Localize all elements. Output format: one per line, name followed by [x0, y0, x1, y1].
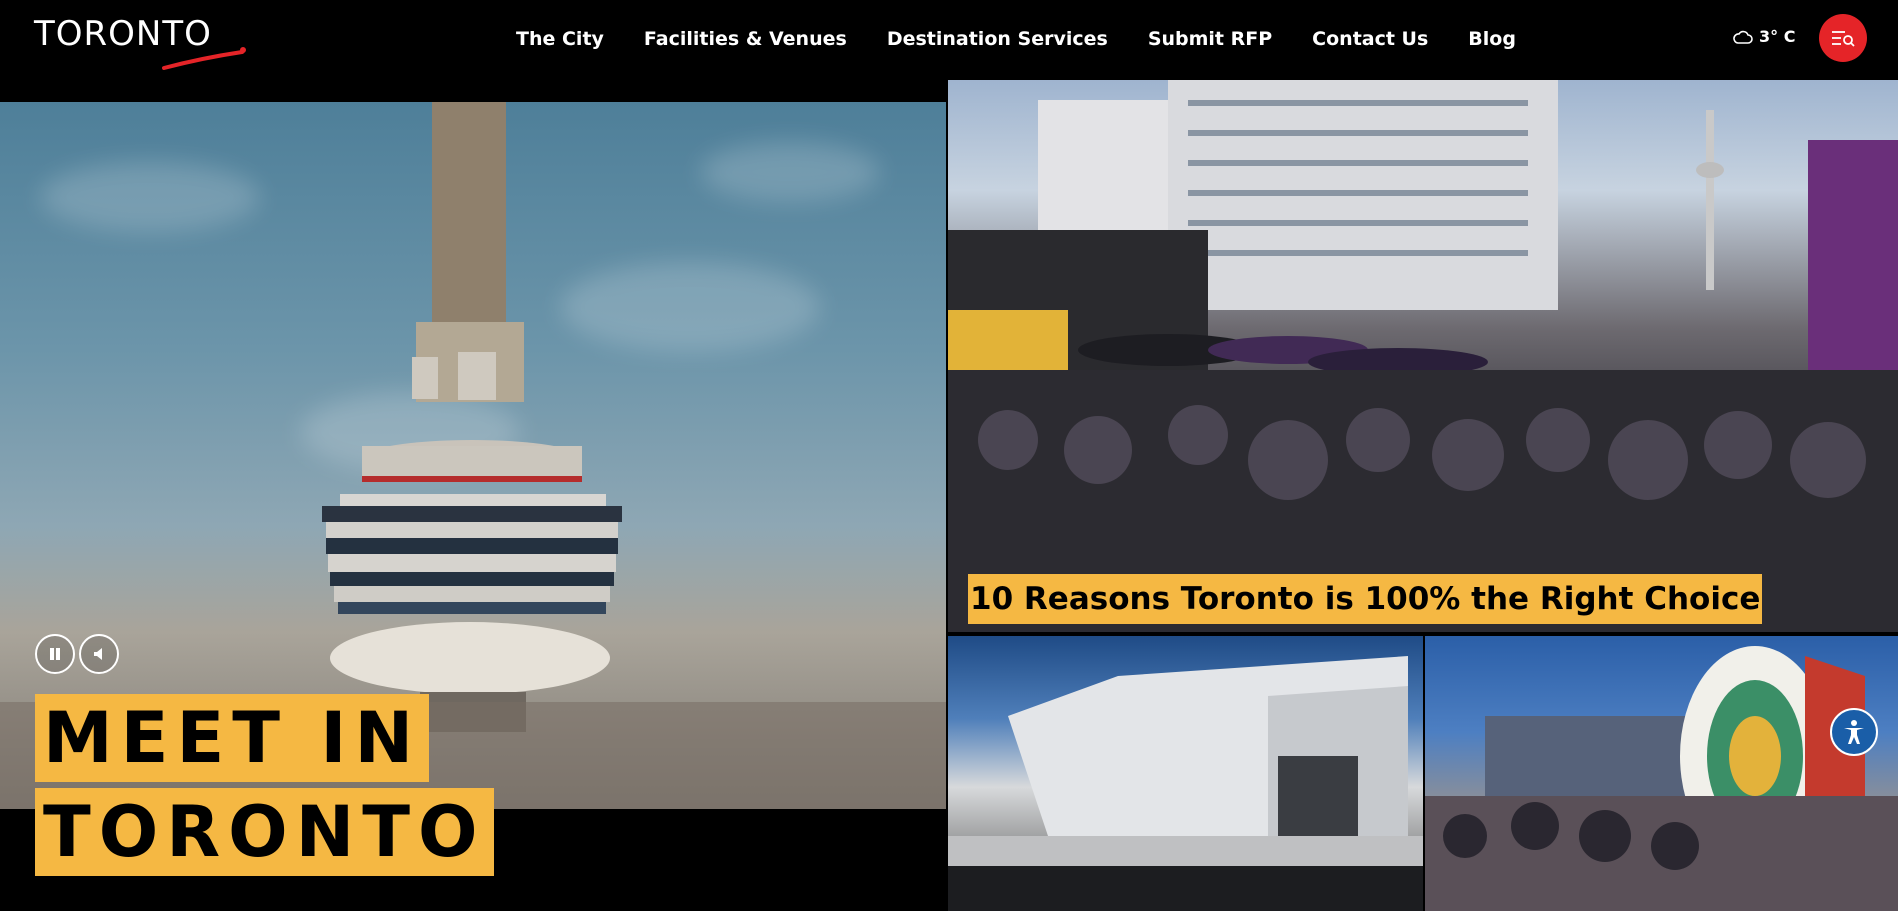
- logo-swoosh-icon: [162, 47, 246, 70]
- accessibility-icon: [1844, 720, 1864, 744]
- nav-submit-rfp[interactable]: Submit RFP: [1148, 24, 1272, 54]
- mute-button[interactable]: [79, 634, 119, 674]
- hero-title-line1: MEET IN: [35, 694, 430, 782]
- nav-facilities-venues[interactable]: Facilities & Venues: [644, 24, 847, 54]
- featured-article-title[interactable]: 10 Reasons Toronto is 100% the Right Cho…: [968, 574, 1763, 624]
- accessibility-button[interactable]: [1830, 708, 1878, 756]
- nav-blog[interactable]: Blog: [1468, 24, 1516, 54]
- festival-art-image[interactable]: [1425, 636, 1898, 911]
- menu-search-button[interactable]: [1819, 14, 1867, 62]
- festival-photo: [1425, 646, 1898, 911]
- featured-event-image[interactable]: [948, 80, 1898, 632]
- nav-destination-services[interactable]: Destination Services: [887, 24, 1108, 54]
- pause-icon: [50, 648, 60, 660]
- site-header: TORONTO The City Facilities & Venues Des…: [0, 0, 1898, 80]
- weather-widget: 3° C: [1733, 27, 1795, 46]
- cloud-icon: [1733, 30, 1753, 44]
- nav-the-city[interactable]: The City: [516, 24, 604, 54]
- weather-temperature: 3° C: [1759, 27, 1796, 46]
- crowd-photo: [948, 80, 1898, 632]
- main-nav: The City Facilities & Venues Destination…: [516, 24, 1556, 54]
- speaker-icon: [94, 648, 102, 660]
- pause-button[interactable]: [35, 634, 75, 674]
- toronto-logo[interactable]: TORONTO: [34, 14, 246, 70]
- nav-contact-us[interactable]: Contact Us: [1312, 24, 1428, 54]
- menu-search-icon: [1832, 31, 1855, 47]
- hero-title-line2: TORONTO: [35, 788, 494, 876]
- art-gallery-photo: [948, 656, 1423, 911]
- gallery-building-image[interactable]: [948, 636, 1423, 911]
